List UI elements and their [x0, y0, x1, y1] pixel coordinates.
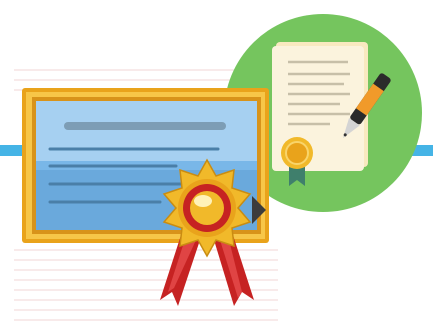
- certificate-illustration: [0, 0, 433, 335]
- illustration-canvas: [0, 14, 433, 321]
